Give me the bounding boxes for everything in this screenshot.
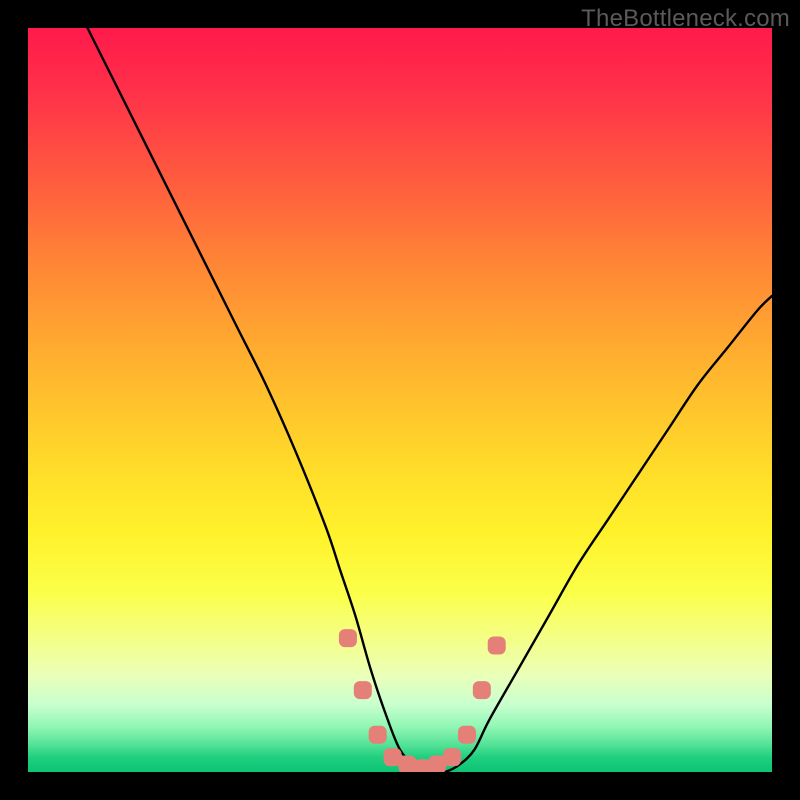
bottleneck-curve <box>88 28 772 772</box>
marker-point <box>473 681 491 699</box>
marker-point <box>369 726 387 744</box>
watermark-text: TheBottleneck.com <box>581 5 790 33</box>
marker-point <box>443 748 461 766</box>
plot-area <box>28 28 772 772</box>
marker-point <box>354 681 372 699</box>
highlighted-points <box>339 629 506 772</box>
marker-point <box>458 726 476 744</box>
chart-frame: TheBottleneck.com <box>0 0 800 800</box>
curve-layer <box>28 28 772 772</box>
marker-point <box>488 637 506 655</box>
marker-point <box>339 629 357 647</box>
